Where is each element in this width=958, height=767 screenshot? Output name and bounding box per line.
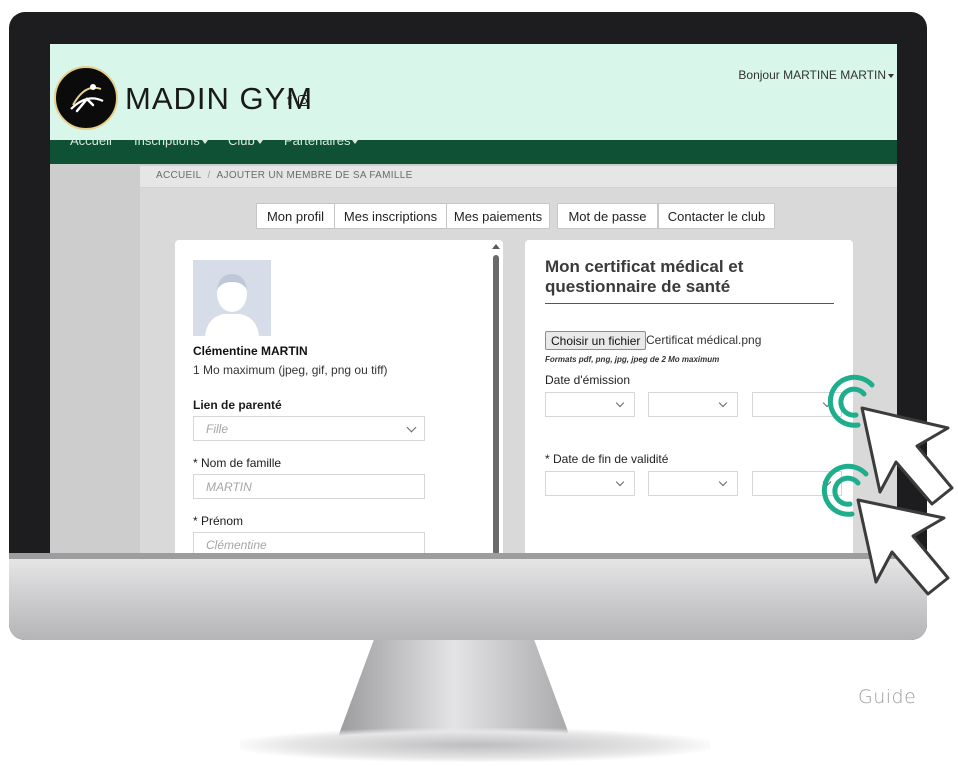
certificate-title: Mon certificat médical et questionnaire … <box>545 257 744 296</box>
end-year-select[interactable] <box>752 471 842 496</box>
firstname-label-text: * Prénom <box>193 514 244 528</box>
chevron-down-icon <box>822 398 832 408</box>
breadcrumb-bar: ACCUEIL / AJOUTER UN MEMBRE DE SA FAMILLE <box>140 166 897 188</box>
nav-item-label: Inscriptions <box>134 140 200 148</box>
tab-mot-de-passe[interactable]: Mot de passe <box>557 203 658 229</box>
issue-year-select[interactable] <box>752 392 842 417</box>
selected-file-name: Certificat médical.png <box>646 333 762 347</box>
issue-month-select[interactable] <box>648 392 738 417</box>
breadcrumb-current: AJOUTER UN MEMBRE DE SA FAMILLE <box>216 170 413 181</box>
main-nav: Accueil Inscriptions Club Partenaires <box>50 140 897 164</box>
title-divider <box>545 303 834 304</box>
chevron-down-icon <box>256 140 263 144</box>
scroll-up-arrow-icon[interactable] <box>492 244 500 249</box>
tab-mes-inscriptions[interactable]: Mes inscriptions <box>334 203 447 229</box>
relation-select[interactable]: Fille <box>193 416 425 441</box>
relation-label: Lien de parenté <box>193 398 282 412</box>
member-name: Clémentine MARTIN <box>193 344 308 358</box>
chevron-down-icon <box>718 477 728 487</box>
lastname-value: MARTIN <box>206 480 252 494</box>
chevron-down-icon <box>718 398 728 408</box>
nav-item-club[interactable]: Club <box>228 140 263 148</box>
chevron-down-icon <box>615 477 625 487</box>
lastname-input[interactable]: MARTIN <box>193 474 425 499</box>
firstname-input[interactable]: Clémentine <box>193 532 425 553</box>
breadcrumb-separator: / <box>207 170 211 181</box>
nav-item-label: Partenaires <box>284 140 351 148</box>
end-day-select[interactable] <box>545 471 635 496</box>
guide-label: Guide <box>858 686 917 708</box>
user-greeting: Bonjour MARTINE MARTIN <box>738 68 886 82</box>
avatar[interactable] <box>193 260 271 336</box>
chevron-down-icon <box>615 398 625 408</box>
user-silhouette-icon <box>193 260 271 336</box>
choose-file-button[interactable]: Choisir un fichier <box>545 331 647 350</box>
issue-day-select[interactable] <box>545 392 635 417</box>
monitor-stand <box>338 640 570 736</box>
firstname-label: * Prénom <box>193 514 243 528</box>
chevron-down-icon <box>822 477 832 487</box>
medical-certificate-card: Mon certificat médical et questionnaire … <box>525 240 853 553</box>
brand-name[interactable]: MADIN GYM <box>125 81 313 117</box>
monitor-chin <box>9 553 927 640</box>
nav-item-label: Club <box>228 140 255 148</box>
end-date-label: * Date de fin de validité <box>545 452 669 466</box>
site-header: MADIN GYM f Bonjour MARTINE MARTIN <box>50 44 897 140</box>
tab-mon-profil[interactable]: Mon profil <box>256 203 335 229</box>
chevron-down-icon <box>406 422 417 433</box>
end-month-select[interactable] <box>648 471 738 496</box>
chevron-down-icon <box>352 140 359 144</box>
gymnast-logo-icon <box>70 84 104 113</box>
breadcrumb: ACCUEIL / AJOUTER UN MEMBRE DE SA FAMILLE <box>156 170 413 181</box>
user-menu[interactable]: Bonjour MARTINE MARTIN <box>738 68 894 82</box>
file-formats-hint: Formats pdf, png, jpg, jpeg de 2 Mo maxi… <box>545 355 720 364</box>
tab-mes-paiements[interactable]: Mes paiements <box>446 203 550 229</box>
chevron-down-icon <box>201 140 208 144</box>
nav-item-partenaires[interactable]: Partenaires <box>284 140 359 148</box>
nav-item-accueil[interactable]: Accueil <box>70 140 112 148</box>
tab-contacter-le-club[interactable]: Contacter le club <box>658 203 775 229</box>
lastname-label: * Nom de famille <box>193 456 281 470</box>
relation-value: Fille <box>206 422 229 436</box>
instagram-icon[interactable] <box>297 95 309 106</box>
lastname-label-text: * Nom de famille <box>193 456 282 470</box>
social-links: f <box>287 92 309 108</box>
nav-item-inscriptions[interactable]: Inscriptions <box>134 140 208 148</box>
member-profile-card: Clémentine MARTIN 1 Mo maximum (jpeg, gi… <box>175 240 503 553</box>
club-logo[interactable] <box>54 66 118 130</box>
screen: MADIN GYM f Bonjour MARTINE MARTIN Accue… <box>50 44 897 553</box>
scrollbar-thumb[interactable] <box>493 255 499 553</box>
firstname-value: Clémentine <box>206 538 267 552</box>
photo-size-hint: 1 Mo maximum (jpeg, gif, png ou tiff) <box>193 363 388 377</box>
issue-date-label: Date d'émission <box>545 373 630 387</box>
breadcrumb-home[interactable]: ACCUEIL <box>156 170 201 181</box>
monitor-stand-shadow <box>240 728 710 762</box>
monitor-chin-edge <box>9 553 927 559</box>
facebook-icon[interactable]: f <box>287 92 292 108</box>
chevron-down-icon <box>888 73 894 78</box>
